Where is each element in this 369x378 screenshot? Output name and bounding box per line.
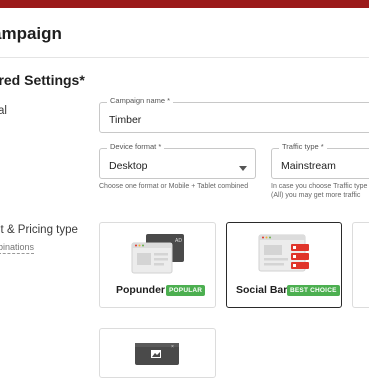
format-card-bottom[interactable]: ×	[99, 328, 216, 378]
format-name: Social Bar	[236, 284, 288, 296]
social-bar-icon	[258, 234, 309, 272]
campaign-name-value[interactable]: Timber	[109, 114, 141, 126]
chevron-down-icon[interactable]	[239, 166, 247, 171]
device-format-helper: Choose one format or Mobile + Tablet com…	[99, 183, 249, 190]
best-choice-badge: BEST CHOICE	[287, 285, 340, 296]
traffic-type-helper-1: In case you choose Traffic type - M	[271, 183, 369, 190]
header-divider	[0, 57, 369, 58]
format-card-popunder[interactable]: AD Popunder POPULAR	[99, 222, 216, 308]
format-card-partial[interactable]	[352, 222, 369, 308]
device-format-label: Device format *	[107, 142, 165, 151]
general-label: al	[0, 105, 7, 117]
traffic-type-helper-2: (All) you may get more traffic	[271, 192, 361, 199]
svg-text:×: ×	[171, 344, 174, 350]
in-page-push-icon: ×	[135, 343, 179, 365]
campaign-name-label: Campaign name *	[107, 96, 174, 105]
svg-text:AD: AD	[175, 238, 182, 244]
format-pricing-sublabel[interactable]: binations	[0, 242, 35, 254]
popunder-icon: AD	[131, 234, 184, 274]
format-card-social-bar[interactable]: Social Bar BEST CHOICE	[226, 222, 342, 308]
traffic-type-value: Mainstream	[281, 160, 336, 172]
format-name: Popunder	[116, 284, 165, 296]
page-title: ampaign	[0, 24, 62, 43]
brand-top-bar	[0, 0, 369, 8]
traffic-type-select[interactable]: Traffic type * Mainstream	[271, 142, 369, 179]
device-format-select[interactable]: Device format * Desktop	[99, 142, 256, 179]
section-title: uired Settings*	[0, 72, 85, 88]
campaign-name-field[interactable]: Campaign name * Timber	[99, 96, 369, 133]
traffic-type-label: Traffic type *	[279, 142, 327, 151]
device-format-value: Desktop	[109, 160, 148, 172]
popular-badge: POPULAR	[166, 285, 206, 296]
format-pricing-label: it & Pricing type	[0, 224, 78, 236]
